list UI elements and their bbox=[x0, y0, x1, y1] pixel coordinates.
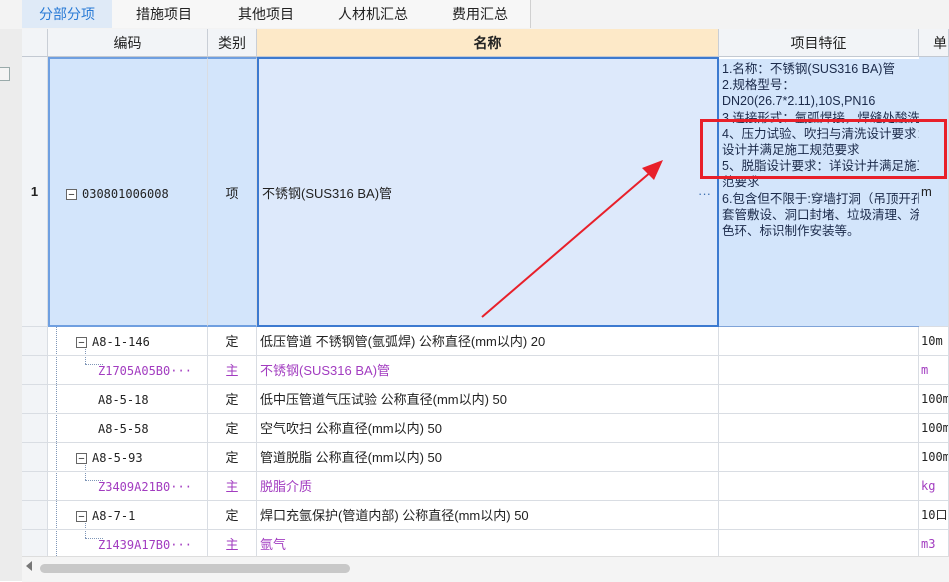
left-strip bbox=[0, 29, 23, 581]
scrollbar-thumb[interactable] bbox=[40, 564, 350, 573]
tab-division-items[interactable]: 分部分项 bbox=[22, 0, 113, 28]
collapse-panel-icon[interactable] bbox=[0, 67, 10, 81]
tab-labor-material-summary[interactable]: 人材机汇总 bbox=[316, 0, 431, 28]
annotation-arrow bbox=[481, 160, 663, 318]
tab-measure-items[interactable]: 措施项目 bbox=[112, 0, 217, 28]
tab-other-items[interactable]: 其他项目 bbox=[216, 0, 317, 28]
tab-cost-summary[interactable]: 费用汇总 bbox=[430, 0, 531, 28]
scroll-left-icon[interactable] bbox=[26, 561, 32, 571]
bill-grid: 编码 类别 名称 项目特征 单 1 −030801006008 项 不锈钢(SU… bbox=[22, 29, 949, 556]
arrow-line bbox=[481, 170, 653, 318]
tab-bar: 分部分项 措施项目 其他项目 人材机汇总 费用汇总 bbox=[0, 0, 949, 30]
horizontal-scrollbar[interactable] bbox=[22, 556, 949, 582]
